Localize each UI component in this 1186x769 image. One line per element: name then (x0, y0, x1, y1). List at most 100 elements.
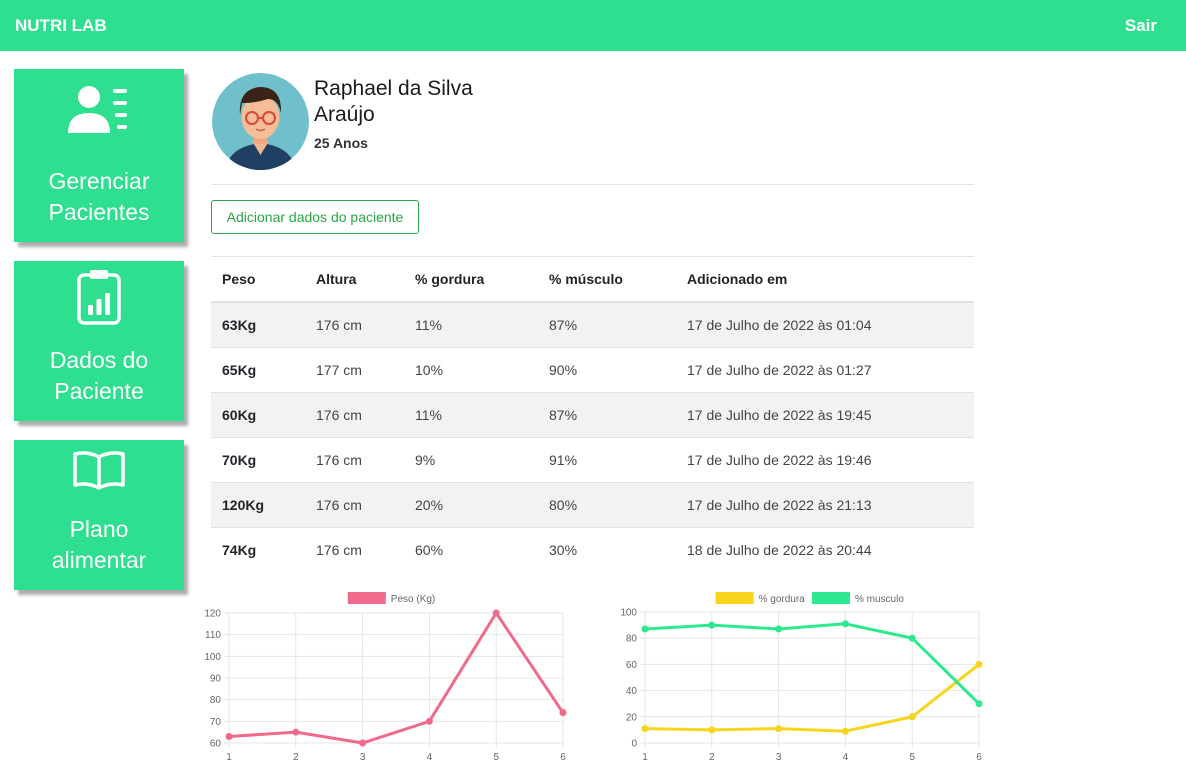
table-row: 60Kg 176 cm 11% 87% 17 de Julho de 2022 … (211, 391, 974, 437)
data-point (641, 725, 649, 733)
menu-card-patient-data[interactable]: Dados do Paciente (14, 261, 184, 421)
data-point (841, 620, 849, 628)
cell-fat: 20% (404, 481, 538, 527)
weight-line-chart: 60 70 80 90 100 110 120 1 2 3 4 5 6 Peso (Kg) (204, 592, 567, 763)
y-tick-label: 80 (210, 695, 222, 706)
y-tick-label: 80 (626, 634, 638, 645)
menu-label-patient-data: Dados do Paciente (49, 347, 149, 404)
cell-weight: 60Kg (211, 391, 305, 437)
x-tick-label: 4 (843, 752, 849, 763)
series-line (644, 663, 980, 733)
cell-fat: 9% (404, 436, 538, 482)
cell-height: 177 cm (305, 346, 404, 392)
cell-added-at: 18 de Julho de 2022 às 20:44 (676, 526, 974, 572)
x-tick-label: 2 (709, 752, 715, 763)
data-point (775, 725, 783, 733)
data-point (359, 739, 367, 747)
cell-muscle: 90% (538, 346, 676, 392)
cell-height: 176 cm (305, 436, 404, 482)
menu-card-meal-plan[interactable]: Plano alimentar (14, 440, 184, 590)
patient-avatar (212, 73, 309, 170)
cell-fat: 10% (404, 346, 538, 392)
column-header-muscle: % músculo (538, 257, 676, 303)
y-tick-label: 70 (210, 717, 222, 728)
data-point (975, 700, 983, 708)
y-tick-label: 100 (620, 608, 637, 619)
x-tick-label: 2 (293, 752, 299, 763)
data-point (908, 634, 916, 642)
patient-data-table: Peso Altura % gordura % músculo Adiciona… (211, 257, 974, 572)
data-point (559, 709, 567, 717)
x-tick-label: 1 (226, 752, 232, 763)
cell-height: 176 cm (305, 391, 404, 437)
data-point (841, 727, 849, 735)
data-point (708, 726, 716, 734)
menu-card-manage-patients[interactable]: Gerenciar Pacientes (14, 69, 184, 242)
brand-logo[interactable]: NUTRI LAB (15, 16, 107, 36)
legend-label: % gordura (759, 594, 806, 605)
cell-height: 176 cm (305, 301, 404, 347)
data-point (492, 609, 500, 617)
x-tick-label: 1 (642, 752, 648, 763)
user-list-icon (14, 83, 184, 142)
add-patient-data-button[interactable]: Adicionar dados do paciente (211, 200, 419, 234)
legend-label: % musculo (855, 594, 904, 605)
cell-fat: 11% (404, 301, 538, 347)
table-row: 65Kg 177 cm 10% 90% 17 de Julho de 2022 … (211, 346, 974, 392)
patient-name: Raphael da Silva Araújo (314, 77, 473, 126)
cell-fat: 60% (404, 526, 538, 572)
y-tick-label: 40 (626, 686, 638, 697)
cell-muscle: 87% (538, 301, 676, 347)
column-header-fat: % gordura (404, 257, 538, 303)
divider (211, 184, 974, 185)
y-tick-label: 110 (205, 630, 221, 641)
patient-age: 25 Anos (314, 135, 368, 151)
column-header-height: Altura (305, 257, 404, 303)
table-row: 63Kg 176 cm 11% 87% 17 de Julho de 2022 … (211, 301, 974, 347)
x-tick-label: 3 (776, 752, 782, 763)
x-tick-label: 3 (360, 752, 366, 763)
cell-muscle: 80% (538, 481, 676, 527)
cell-weight: 65Kg (211, 346, 305, 392)
column-header-weight: Peso (211, 257, 305, 303)
cell-muscle: 91% (538, 436, 676, 482)
data-point (292, 728, 300, 736)
cell-height: 176 cm (305, 526, 404, 572)
table-row: 70Kg 176 cm 9% 91% 17 de Julho de 2022 à… (211, 436, 974, 482)
legend-swatch (347, 592, 386, 604)
x-tick-label: 6 (560, 752, 566, 763)
y-tick-label: 0 (631, 739, 637, 750)
cell-weight: 120Kg (211, 481, 305, 527)
series-line (644, 622, 981, 705)
table-row: 120Kg 176 cm 20% 80% 17 de Julho de 2022… (211, 481, 974, 527)
body-composition-line-chart: 0 20 40 60 80 100 1 2 3 4 5 6 % gordura % musculo (620, 592, 983, 763)
logout-link[interactable]: Sair (1125, 16, 1157, 36)
x-tick-label: 5 (909, 752, 915, 763)
data-point (975, 660, 983, 668)
x-tick-label: 5 (493, 752, 499, 763)
data-point (641, 625, 649, 633)
y-tick-label: 20 (626, 712, 638, 723)
data-point (225, 733, 233, 740)
cell-weight: 70Kg (211, 436, 305, 482)
clipboard-chart-icon (14, 269, 184, 330)
y-tick-label: 60 (210, 739, 222, 750)
data-point (908, 713, 916, 721)
menu-label-manage-patients: Gerenciar Pacientes (48, 168, 150, 225)
legend-swatch (812, 592, 850, 604)
open-book-icon (14, 450, 184, 495)
table-row: 74Kg 176 cm 60% 30% 18 de Julho de 2022 … (211, 526, 974, 572)
menu-label-meal-plan: Plano alimentar (51, 516, 147, 573)
cell-muscle: 87% (538, 391, 676, 437)
x-tick-label: 6 (976, 752, 982, 763)
cell-weight: 63Kg (211, 301, 305, 347)
data-point (708, 621, 716, 629)
table-header-row: Peso Altura % gordura % músculo Adiciona… (211, 257, 974, 303)
cell-added-at: 17 de Julho de 2022 às 21:13 (676, 481, 974, 527)
cell-height: 176 cm (305, 481, 404, 527)
column-header-added-at: Adicionado em (676, 257, 974, 303)
top-navbar: NUTRI LAB Sair (0, 0, 1186, 51)
legend-label: Peso (Kg) (391, 594, 435, 605)
cell-weight: 74Kg (211, 526, 305, 572)
cell-fat: 11% (404, 391, 538, 437)
